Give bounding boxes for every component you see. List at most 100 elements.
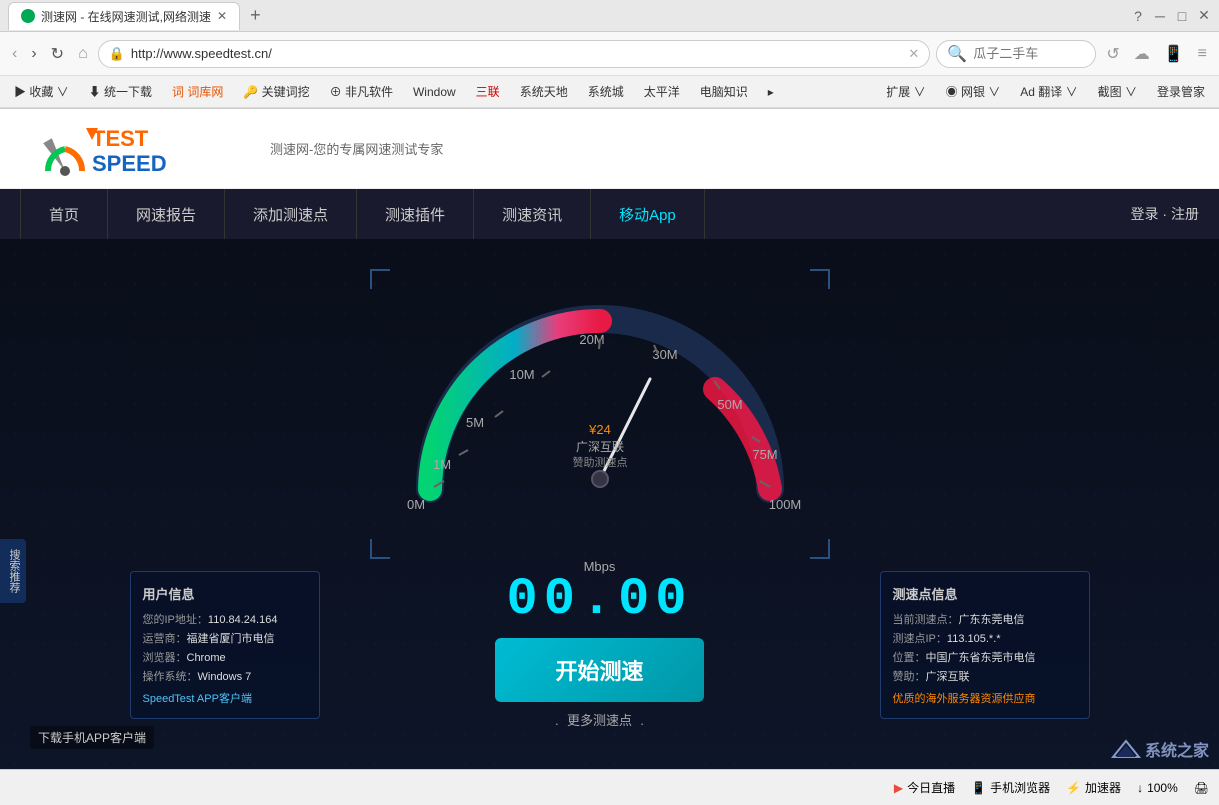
new-tab-button[interactable]: + [244,5,267,26]
title-bar: 测速网 - 在线网速测试,网络测速 ✕ + ? ─ □ ✕ [0,0,1219,32]
logo-area: TEST SPEED 测速网-您的专属网速测试专家 [40,116,443,181]
nav-item-home[interactable]: 首页 [20,189,108,239]
active-tab[interactable]: 测速网 - 在线网速测试,网络测速 ✕ [8,2,240,30]
bookmark-login[interactable]: 登录管家 [1151,81,1211,102]
website: TEST SPEED 测速网-您的专属网速测试专家 首页 网速报告 添加测速点 … [0,109,1219,769]
security-icon: 🔒 [109,46,125,62]
nav-item-add[interactable]: 添加测速点 [225,189,357,239]
bookmark-xitongcheng[interactable]: 系统城 [582,81,630,102]
node-location-row: 位置：中国广东省东莞市电信 [893,649,1077,665]
menu-button[interactable]: ≡ [1194,41,1211,67]
node-info-panel: 测速点信息 当前测速点：广东东莞电信 测速点IP：113.105.*.* 位置：… [880,259,1090,729]
window-controls: ? ─ □ ✕ [1131,9,1211,23]
ip-row: 您的IP地址：110.84.24.164 [143,611,307,627]
bookmark-yinxing[interactable]: ◉ 网银 ∨ [940,81,1007,102]
site-header: TEST SPEED 测速网-您的专属网速测试专家 [0,109,1219,189]
taskbar-speed[interactable]: ⚡ 加速器 [1066,779,1121,796]
bookmark-software[interactable]: ⊕ 非凡软件 [324,81,399,102]
svg-text:0M: 0M [406,497,424,512]
svg-text:50M: 50M [717,397,742,412]
side-search-panel[interactable]: 搜索推荐 [0,539,26,603]
home-button[interactable]: ⌂ [74,41,92,67]
taskbar-live[interactable]: ▶ 今日直播 [894,779,955,796]
taskbar-zoom: ↓ 100% [1137,781,1178,795]
svg-text:10M: 10M [509,367,534,382]
maximize-button[interactable]: □ [1175,9,1189,23]
speedometer-svg: 0M 1M 5M 10M 20M 30M 50M [360,259,840,539]
bookmark-screenshot[interactable]: 截图 ∨ [1092,81,1143,102]
bookmark-taipingyang[interactable]: 太平洋 [638,81,686,102]
user-info-panel: 用户信息 您的IP地址：110.84.24.164 运营商：福建省厦门市电信 浏… [130,259,320,729]
zoom-level: 100% [1147,781,1178,795]
corner-tr [810,269,830,289]
cloud-icon[interactable]: ☁ [1130,40,1154,68]
site-nav: 首页 网速报告 添加测速点 测速插件 测速资讯 移动App 登录 · 注册 [0,189,1219,239]
bookmark-extension[interactable]: 扩展 ∨ [880,81,931,102]
speed-icon: ⚡ [1066,781,1081,795]
undo-button[interactable]: ↺ [1102,40,1123,68]
more-nodes-link[interactable]: ﹒ 更多测速点 ﹒ [550,710,648,729]
address-bar[interactable]: 🔒 http://www.speedtest.cn/ ✕ [98,40,931,68]
taskbar-mobile[interactable]: 📱 手机浏览器 [971,779,1050,796]
tab-close-icon[interactable]: ✕ [217,9,227,23]
mobile-icon[interactable]: 📱 [1160,40,1188,68]
speed-display: Mbps 00.00 [506,559,692,626]
live-label: 今日直播 [907,779,955,796]
taskbar-print[interactable]: 🖨 [1194,781,1209,795]
forward-button[interactable]: › [27,41,40,67]
refresh-button[interactable]: ↻ [47,40,68,68]
mobile-browser-label: 手机浏览器 [990,779,1050,796]
nav-login[interactable]: 登录 · 注册 [1131,204,1199,224]
svg-text:SPEED: SPEED [92,151,167,176]
close-button[interactable]: ✕ [1197,9,1211,23]
nav-item-app[interactable]: 移动App [591,189,705,239]
bookmark-systiandi[interactable]: 系统天地 [514,81,574,102]
start-speed-test-button[interactable]: 开始测速 [495,638,703,702]
corner-tl [370,269,390,289]
bookmark-more[interactable]: ▸ [762,83,780,101]
bookmark-diannao[interactable]: 电脑知识 [694,81,754,102]
node-special-text: 优质的海外服务器资源供应商 [893,690,1077,706]
nav-item-news[interactable]: 测速资讯 [474,189,591,239]
bookmark-translate[interactable]: Ad 翻译 ∨ [1014,81,1083,102]
isp-row: 运营商：福建省厦门市电信 [143,630,307,646]
svg-text:5M: 5M [465,415,483,430]
back-button[interactable]: ‹ [8,41,21,67]
bookmark-download[interactable]: ⬇ 统一下载 [83,81,158,102]
mobile-browser-icon: 📱 [971,781,986,795]
search-bar[interactable]: 🔍 [936,40,1096,68]
app-client-link[interactable]: SpeedTest APP客户端 [143,690,307,706]
gauge-container: 0M 1M 5M 10M 20M 30M 50M [360,259,840,569]
speedtest-layout: 用户信息 您的IP地址：110.84.24.164 运营商：福建省厦门市电信 浏… [130,239,1090,749]
help-icon[interactable]: ? [1131,9,1145,23]
node-info-title: 测速点信息 [893,584,1077,603]
tab-title: 测速网 - 在线网速测试,网络测速 [41,8,211,25]
bookmark-sanlian[interactable]: 三联 [470,81,506,102]
nav-bar: ‹ › ↻ ⌂ 🔒 http://www.speedtest.cn/ ✕ 🔍 ↺… [0,32,1219,76]
svg-text:100M: 100M [768,497,801,512]
minimize-button[interactable]: ─ [1153,9,1167,23]
watermark-icon [1111,739,1141,759]
refresh-small-icon[interactable]: ✕ [908,46,919,62]
nav-items: 首页 网速报告 添加测速点 测速插件 测速资讯 移动App [20,189,705,239]
svg-text:75M: 75M [752,447,777,462]
bookmark-favorites[interactable]: ▶ 收藏 ∨ [8,81,75,102]
site-logo: TEST SPEED [40,116,240,181]
bookmark-window[interactable]: Window [407,83,462,101]
nav-item-report[interactable]: 网速报告 [108,189,225,239]
corner-br [810,539,830,559]
browser-row: 浏览器：Chrome [143,649,307,665]
svg-text:赞助测速点: 赞助测速点 [572,455,627,469]
bookmark-dict[interactable]: 词 词库网 [166,81,229,102]
nav-item-plugin[interactable]: 测速插件 [357,189,474,239]
corner-bl [370,539,390,559]
download-arrow-icon: ↓ [1137,781,1143,795]
node-sponsor-row: 赞助：广深互联 [893,668,1077,684]
current-node-row: 当前测速点：广东东莞电信 [893,611,1077,627]
svg-text:1M: 1M [432,457,450,472]
svg-text:广深互联: 广深互联 [575,440,623,454]
search-input[interactable] [973,46,1073,61]
bookmark-keyword[interactable]: 🔑 关键词挖 [237,81,315,102]
svg-text:TEST: TEST [92,126,149,151]
speed-value: 00.00 [506,574,692,626]
